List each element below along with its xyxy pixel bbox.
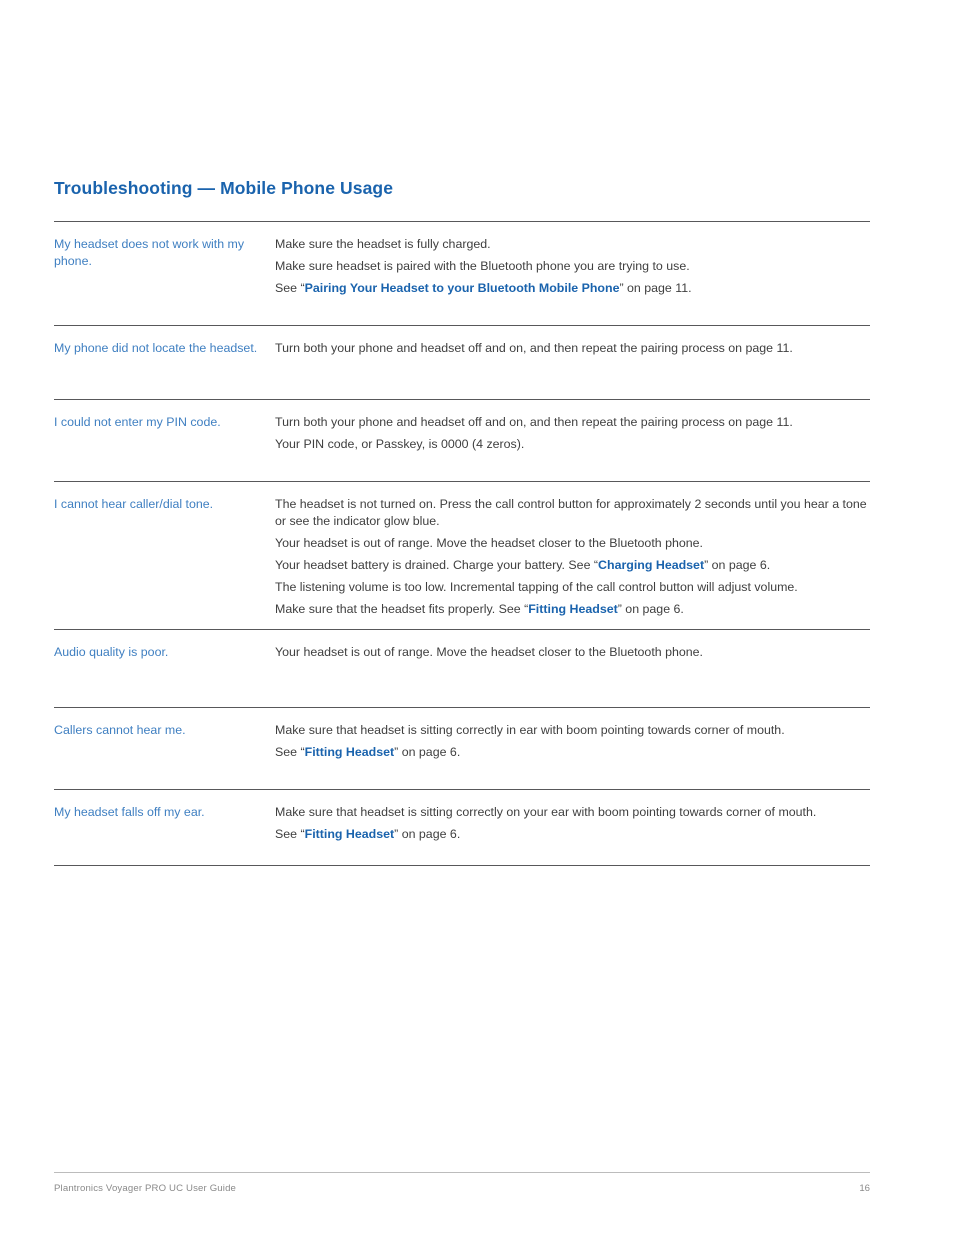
table-cell-answer: Turn both your phone and headset off and… [275,400,870,482]
answer-text: Your headset battery is drained. Charge … [275,558,599,572]
table-cell-answer: Make sure that headset is sitting correc… [275,790,870,866]
answer-text: See “ [275,281,305,295]
troubleshooting-table: My headset does not work with my phone. … [54,221,870,866]
answer-line: Make sure that headset is sitting correc… [275,804,870,821]
answer-line: Your PIN code, or Passkey, is 0000 (4 ze… [275,436,870,453]
answer-line: Turn both your phone and headset off and… [275,414,870,431]
answer-text: The listening volume is too low. Increme… [275,580,798,594]
table-row: Callers cannot hear me. Make sure that h… [54,707,870,790]
footer-divider [54,1172,870,1173]
answer-line: Your headset is out of range. Move the h… [275,535,870,552]
answer-line: Make sure that the headset fits properly… [275,601,870,618]
question-text: Audio quality is poor. [54,645,169,659]
answer-line: Your headset battery is drained. Charge … [275,557,870,574]
table-cell-answer: Your headset is out of range. Move the h… [275,630,870,708]
answer-line: Make sure headset is paired with the Blu… [275,258,870,275]
answer-line: Make sure the headset is fully charged. [275,236,870,253]
answer-line: Your headset is out of range. Move the h… [275,644,870,661]
answer-line: See “Pairing Your Headset to your Blueto… [275,280,870,297]
cross-reference-link[interactable]: Fitting Headset [305,745,395,759]
table-row: My phone did not locate the headset. Tur… [54,325,870,400]
document-page: Troubleshooting — Mobile Phone Usage My … [0,0,954,1235]
answer-text: See “ [275,827,305,841]
table-body: My headset does not work with my phone. … [54,221,870,866]
answer-line: Turn both your phone and headset off and… [275,340,870,357]
answer-text: Your headset is out of range. Move the h… [275,536,704,550]
table-row: My headset falls off my ear. Make sure t… [54,789,870,866]
question-text: I could not enter my PIN code. [54,415,221,429]
answer-text: Make sure that headset is sitting correc… [275,723,785,737]
answer-line: The headset is not turned on. Press the … [275,496,870,530]
answer-text: Make sure headset is paired with the Blu… [275,259,690,273]
answer-text: Make sure that headset is sitting correc… [275,805,817,819]
answer-text: Your PIN code, or Passkey, is 0000 (4 ze… [275,437,525,451]
table-row: I could not enter my PIN code. Turn both… [54,399,870,482]
table-row: Audio quality is poor. Your headset is o… [54,629,870,708]
answer-text: The headset is not turned on. Press the … [275,497,867,528]
table-cell-answer: Make sure that headset is sitting correc… [275,708,870,790]
table-cell-question: Audio quality is poor. [54,630,275,708]
page-title: Troubleshooting — Mobile Phone Usage [54,178,394,198]
answer-text-tail: ” on page 6. [704,558,771,572]
answer-line: Make sure that headset is sitting correc… [275,722,870,739]
cross-reference-link[interactable]: Fitting Headset [305,827,395,841]
answer-line: The listening volume is too low. Increme… [275,579,870,596]
answer-text: See “ [275,745,305,759]
table-row: I cannot hear caller/dial tone. The head… [54,481,870,630]
answer-text: Make sure that the headset fits properly… [275,602,529,616]
answer-text-tail: ” on page 6. [394,827,461,841]
question-text: I cannot hear caller/dial tone. [54,497,214,511]
table-cell-answer: Turn both your phone and headset off and… [275,326,870,400]
answer-text: Turn both your phone and headset off and… [275,341,793,355]
cross-reference-link[interactable]: Pairing Your Headset to your Bluetooth M… [305,281,620,295]
answer-text-tail: ” on page 6. [394,745,461,759]
table-cell-question: I could not enter my PIN code. [54,400,275,482]
table-cell-answer: The headset is not turned on. Press the … [275,482,870,630]
answer-text-tail: ” on page 11. [619,281,692,295]
cross-reference-link[interactable]: Fitting Headset [528,602,618,616]
answer-text-tail: ” on page 6. [617,602,684,616]
table-cell-question: I cannot hear caller/dial tone. [54,482,275,630]
cross-reference-link[interactable]: Charging Headset [598,558,704,572]
answer-text: Turn both your phone and headset off and… [275,415,793,429]
table-cell-answer: Make sure the headset is fully charged. … [275,222,870,326]
table-cell-question: My phone did not locate the headset. [54,326,275,400]
answer-text: Make sure the headset is fully charged. [275,237,491,251]
table-cell-question: My headset falls off my ear. [54,790,275,866]
question-text: My headset does not work with my phone. [54,237,245,268]
footer-page-number: 16 [859,1183,870,1194]
table-row: My headset does not work with my phone. … [54,221,870,326]
table-cell-question: My headset does not work with my phone. [54,222,275,326]
answer-line: See “Fitting Headset” on page 6. [275,826,870,843]
question-text: My headset falls off my ear. [54,805,205,819]
answer-line: See “Fitting Headset” on page 6. [275,744,870,761]
answer-text: Your headset is out of range. Move the h… [275,645,704,659]
table-cell-question: Callers cannot hear me. [54,708,275,790]
question-text: Callers cannot hear me. [54,723,186,737]
question-text: My phone did not locate the headset. [54,341,258,355]
